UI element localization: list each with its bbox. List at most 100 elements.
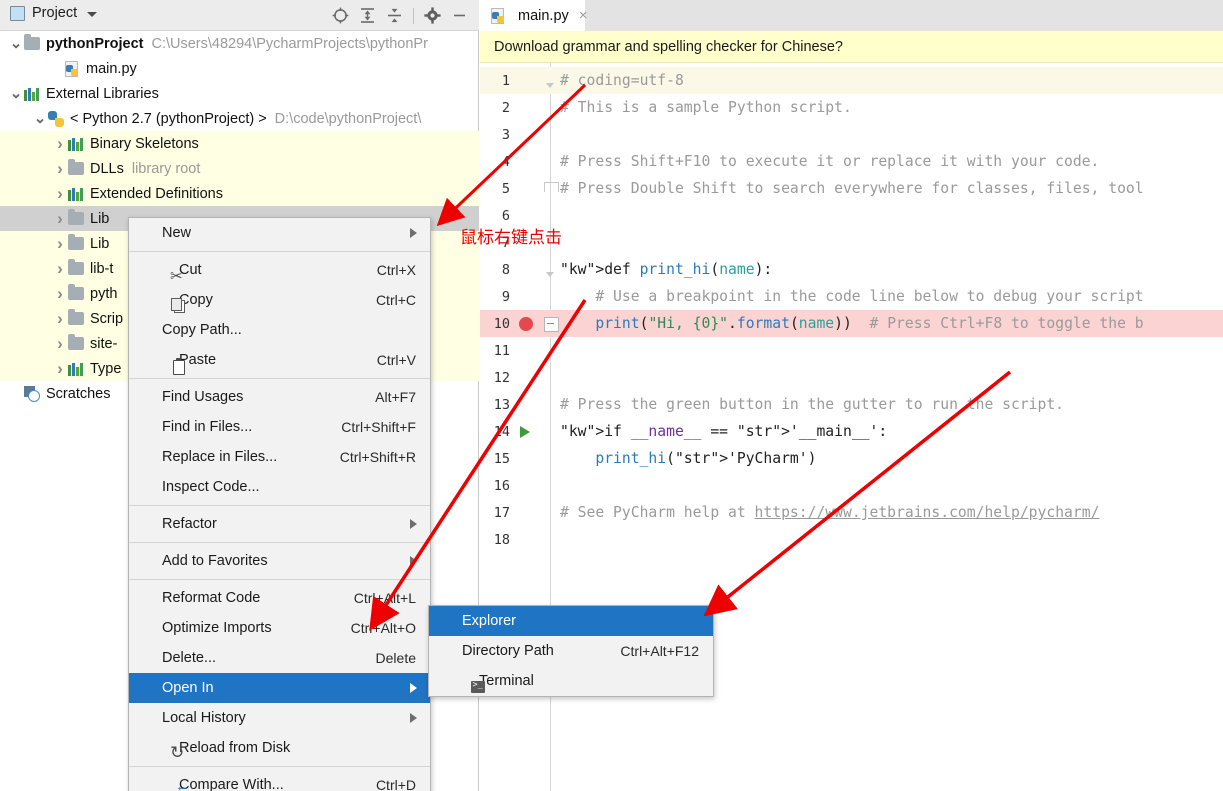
code-text: # Press Double Shift to search everywher…	[560, 180, 1144, 197]
code-line[interactable]: 14 "kw">if __name__ == "str">'__main__':	[480, 418, 1223, 445]
chevron-right-icon[interactable]	[52, 186, 68, 202]
line-number: 4	[501, 153, 510, 170]
menu-separator	[129, 251, 430, 252]
tree-item-label: DLLs	[90, 160, 124, 177]
paste-icon	[170, 357, 187, 375]
menu-item-shortcut: Ctrl+Alt+F12	[620, 643, 699, 659]
submenu-arrow-icon	[410, 519, 417, 529]
submenu-arrow-icon	[410, 228, 417, 238]
fold-collapse-icon[interactable]	[544, 263, 557, 277]
tree-item-label: lib-t	[90, 260, 114, 277]
chevron-right-icon[interactable]	[52, 286, 68, 302]
code-line[interactable]: 5 # Press Double Shift to search everywhe…	[480, 175, 1223, 202]
code-line[interactable]: 2 # This is a sample Python script.	[480, 94, 1223, 121]
code-line[interactable]: 1 # coding=utf-8	[480, 67, 1223, 94]
code-line[interactable]: 12	[480, 364, 1223, 391]
chevron-right-icon[interactable]	[52, 311, 68, 327]
menu-item-shortcut: Alt+F7	[375, 389, 416, 405]
menu-item-explorer[interactable]: Explorer	[429, 606, 713, 636]
code-line[interactable]: 7	[480, 229, 1223, 256]
code-line[interactable]: 13 # Press the green button in the gutter…	[480, 391, 1223, 418]
tree-item-binary-skeletons[interactable]: Binary Skeletons	[0, 131, 479, 156]
menu-item-delete[interactable]: Delete... Delete	[129, 643, 430, 673]
chevron-down-icon[interactable]	[87, 11, 98, 17]
menu-item-shortcut: Ctrl+V	[376, 352, 416, 368]
code-line[interactable]: 16	[480, 472, 1223, 499]
menu-item-local-history[interactable]: Local History	[129, 703, 430, 733]
chevron-right-icon[interactable]	[52, 236, 68, 252]
chevron-down-icon[interactable]	[32, 111, 48, 127]
code-line[interactable]: 18	[480, 526, 1223, 553]
chevron-down-icon[interactable]	[8, 36, 24, 52]
breakpoint-icon[interactable]	[519, 317, 533, 331]
tree-item-dlls[interactable]: DLLs library root	[0, 156, 479, 181]
menu-item-compare-with[interactable]: Compare With... Ctrl+D	[129, 770, 430, 791]
tab-main-py[interactable]: main.py ×	[480, 0, 588, 31]
code-line[interactable]: 17 # See PyCharm help at https://www.jetb…	[480, 499, 1223, 526]
chevron-right-icon[interactable]	[52, 211, 68, 227]
project-panel-title-group[interactable]: Project	[10, 5, 98, 21]
code-line[interactable]: 10 print("Hi, {0}".format(name)) # Press…	[480, 310, 1223, 337]
menu-item-new[interactable]: New	[129, 218, 430, 248]
tree-item-python-2-7-pythonproject[interactable]: < Python 2.7 (pythonProject) > D:\code\py…	[0, 106, 479, 131]
menu-item-copy-path[interactable]: Copy Path...	[129, 315, 430, 345]
fold-collapse-icon[interactable]	[544, 74, 557, 88]
expand-all-icon[interactable]	[355, 4, 380, 27]
menu-item-find-in-files[interactable]: Find in Files... Ctrl+Shift+F	[129, 412, 430, 442]
code-line[interactable]: 8 "kw">def print_hi(name):	[480, 256, 1223, 283]
chevron-down-icon[interactable]	[8, 86, 24, 102]
tree-item-label: Scrip	[90, 310, 124, 327]
menu-item-terminal[interactable]: Terminal	[429, 666, 713, 696]
menu-item-directory-path[interactable]: Directory Path Ctrl+Alt+F12	[429, 636, 713, 666]
menu-item-reformat-code[interactable]: Reformat Code Ctrl+Alt+L	[129, 583, 430, 613]
context-menu[interactable]: New CutCtrl+XCopyCtrl+C Copy Path... PasteC…	[128, 217, 431, 791]
code-line[interactable]: 4 # Press Shift+F10 to execute it or repl…	[480, 148, 1223, 175]
chevron-right-icon[interactable]	[52, 136, 68, 152]
menu-item-label: Reload from Disk	[179, 740, 291, 756]
chevron-right-icon[interactable]	[52, 261, 68, 277]
run-arrow-icon[interactable]	[520, 426, 530, 438]
menu-item-paste[interactable]: Paste Ctrl+V	[129, 345, 430, 375]
line-number: 5	[501, 180, 510, 197]
tree-item-main-py[interactable]: main.py	[0, 56, 479, 81]
menu-item-optimize-imports[interactable]: Optimize Imports Ctrl+Alt+O	[129, 613, 430, 643]
code-line[interactable]: 6	[480, 202, 1223, 229]
minimize-icon[interactable]	[447, 4, 472, 27]
menu-item-open-in[interactable]: Open In	[129, 673, 430, 703]
gear-icon[interactable]	[420, 4, 445, 27]
menu-item-reload-from-disk[interactable]: Reload from Disk	[129, 733, 430, 763]
open-in-submenu[interactable]: Explorer Directory Path Ctrl+Alt+F12 Termin…	[428, 605, 714, 697]
tree-item-extended-definitions[interactable]: Extended Definitions	[0, 181, 479, 206]
menu-item-inspect-code[interactable]: Inspect Code...	[129, 472, 430, 502]
collapse-all-icon[interactable]	[382, 4, 407, 27]
python-icon	[48, 110, 64, 127]
notification-banner[interactable]: Download grammar and spelling checker fo…	[480, 31, 1223, 63]
code-line[interactable]: 11	[480, 337, 1223, 364]
menu-item-add-to-favorites[interactable]: Add to Favorites	[129, 546, 430, 576]
menu-item-copy[interactable]: Copy Ctrl+C	[129, 285, 430, 315]
code-line[interactable]: 9 # Use a breakpoint in the code line be…	[480, 283, 1223, 310]
locate-target-icon[interactable]	[328, 4, 353, 27]
pycharm-window: Project ⌄ pythonProject C:\Users\48294\P…	[0, 0, 1223, 791]
tree-item-label: < Python 2.7 (pythonProject) >	[70, 110, 267, 127]
project-panel-title: Project	[32, 5, 78, 21]
fold-marker-icon[interactable]	[544, 317, 559, 332]
folder-icon	[68, 334, 84, 350]
code-line[interactable]: 15 print_hi("str">'PyCharm')	[480, 445, 1223, 472]
menu-item-replace-in-files[interactable]: Replace in Files... Ctrl+Shift+R	[129, 442, 430, 472]
fold-end-icon[interactable]	[544, 182, 559, 192]
code-line[interactable]: 3	[480, 121, 1223, 148]
tree-item-pythonproject[interactable]: pythonProject C:\Users\48294\PycharmProje…	[0, 31, 479, 56]
menu-item-find-usages[interactable]: Find Usages Alt+F7	[129, 382, 430, 412]
compare-icon	[170, 778, 190, 791]
chevron-right-icon[interactable]	[52, 161, 68, 177]
chevron-right-icon[interactable]	[52, 361, 68, 377]
menu-item-refactor[interactable]: Refactor	[129, 509, 430, 539]
chevron-right-icon[interactable]	[52, 336, 68, 352]
menu-item-label: Optimize Imports	[162, 620, 272, 636]
menu-item-cut[interactable]: CutCtrl+X	[129, 255, 430, 285]
tree-item-label: Extended Definitions	[90, 185, 223, 202]
close-icon[interactable]: ×	[579, 8, 588, 23]
tree-item-external-libraries[interactable]: External Libraries	[0, 81, 479, 106]
menu-separator	[129, 542, 430, 543]
